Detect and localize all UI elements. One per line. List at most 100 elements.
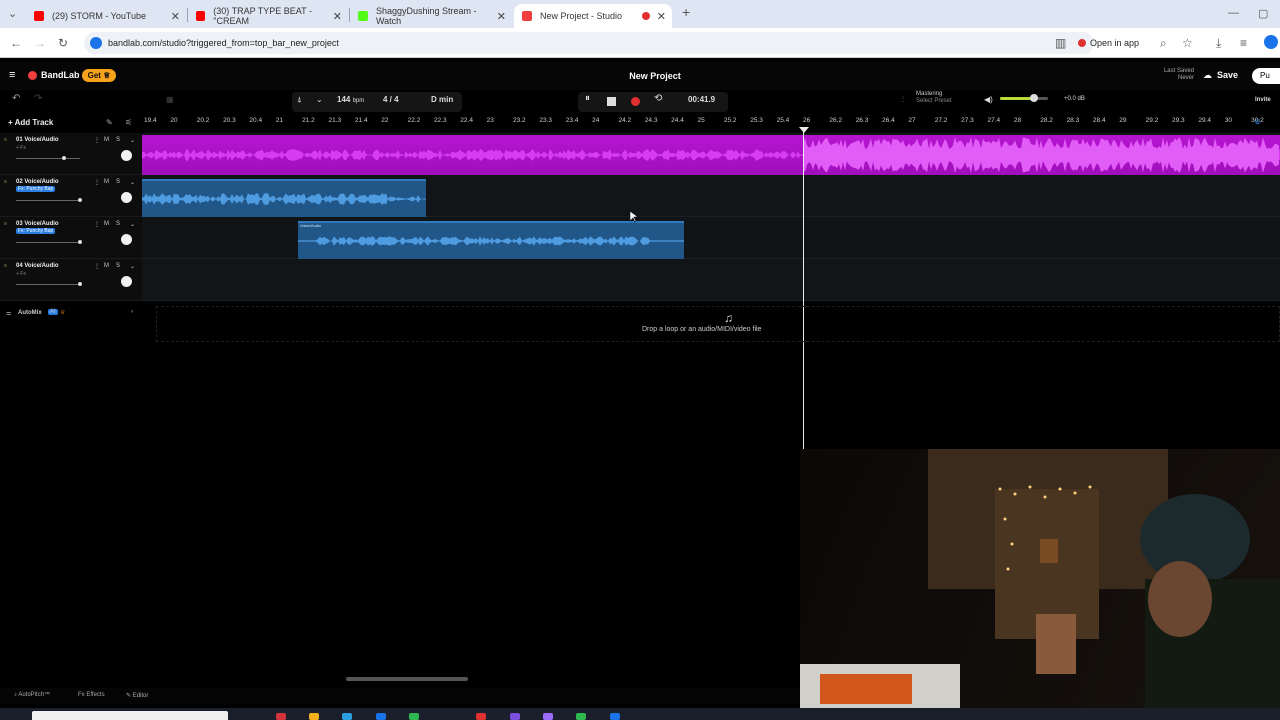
chevron-down-icon[interactable]: ⌄ xyxy=(130,137,135,144)
add-track-button[interactable]: + Add Track xyxy=(8,118,53,127)
zoom-icon[interactable]: ⌕ xyxy=(1160,36,1167,51)
track-arm-icon[interactable]: ≡ xyxy=(4,221,9,229)
publish-button[interactable]: Pu xyxy=(1252,68,1280,84)
mastering-icon[interactable]: ⫶ xyxy=(902,95,904,105)
taskbar-app-icon[interactable] xyxy=(409,713,419,720)
track-volume-slider[interactable] xyxy=(16,156,80,160)
taskbar-folder-icon[interactable] xyxy=(309,713,319,720)
mute-button[interactable]: M xyxy=(104,221,109,227)
chevron-right-icon[interactable]: › xyxy=(131,309,133,315)
forward-icon[interactable]: → xyxy=(34,36,46,50)
close-tab-icon[interactable]: ✕ xyxy=(497,10,506,23)
pencil-icon[interactable]: ✎ xyxy=(106,118,113,127)
track-arm-icon[interactable]: ≡ xyxy=(4,137,9,145)
editor-button[interactable]: ✎ Editor xyxy=(126,692,148,699)
taskbar-app-icon[interactable] xyxy=(342,713,352,720)
audio-clip-track-2[interactable] xyxy=(142,179,426,217)
track-volume-slider[interactable] xyxy=(16,240,82,244)
track-volume-knob[interactable] xyxy=(78,282,82,286)
close-tab-icon[interactable]: ✕ xyxy=(333,10,342,23)
stop-icon[interactable] xyxy=(607,97,616,106)
loop-marker-icon[interactable]: U xyxy=(1255,119,1260,126)
tab-search-icon[interactable]: ⌄ xyxy=(8,7,17,20)
menu-icon[interactable]: ≡ xyxy=(1240,36,1247,50)
close-tab-icon[interactable]: ✕ xyxy=(657,10,666,23)
bookmark-star-icon[interactable]: ☆ xyxy=(1182,36,1193,50)
master-volume-knob[interactable] xyxy=(1029,94,1038,102)
track-name[interactable]: 02 Voice/Audio xyxy=(16,179,59,185)
mute-button[interactable]: M xyxy=(104,137,109,143)
tab-youtube-trap[interactable]: (30) TRAP TYPE BEAT - "CREAM ✕ xyxy=(188,4,348,28)
mute-button[interactable]: M xyxy=(104,179,109,185)
track-header-1[interactable]: ≡ 01 Voice/Audio + Fx ⋮ M S ⌄ xyxy=(0,133,142,175)
track-volume-knob[interactable] xyxy=(78,240,82,244)
track-volume-knob[interactable] xyxy=(62,156,66,160)
track-pan-knob[interactable] xyxy=(121,150,132,161)
automix-row[interactable]: ⚌ AutoMix AI ♕ › xyxy=(0,307,142,321)
solo-button[interactable]: S xyxy=(116,263,120,269)
taskbar-chrome-icon[interactable] xyxy=(476,713,486,720)
project-title[interactable]: New Project xyxy=(580,71,730,81)
redo-icon[interactable]: ↷ xyxy=(34,93,42,104)
tab-bandlab-studio[interactable]: New Project - Studio ✕ xyxy=(514,4,672,28)
profile-avatar[interactable] xyxy=(1264,35,1278,49)
drop-zone[interactable] xyxy=(156,306,1280,342)
taskbar-app-icon[interactable] xyxy=(543,713,553,720)
track-menu-icon[interactable]: ⋮ xyxy=(94,137,100,144)
solo-button[interactable]: S xyxy=(116,179,120,185)
solo-button[interactable]: S xyxy=(116,137,120,143)
track-menu-icon[interactable]: ⋮ xyxy=(94,179,100,186)
chevron-down-icon[interactable]: ⌄ xyxy=(316,95,323,104)
mastering-selector[interactable]: Mastering Select Preset xyxy=(916,91,952,105)
horizontal-scrollbar[interactable] xyxy=(346,677,468,681)
tempo-display[interactable]: 144 bpm xyxy=(337,95,364,104)
pause-icon[interactable]: ⏸ xyxy=(585,93,590,104)
key-signature[interactable]: D min xyxy=(431,95,453,104)
track-name[interactable]: 04 Voice/Audio xyxy=(16,263,59,269)
mute-button[interactable]: M xyxy=(104,263,109,269)
invite-button[interactable]: Invite xyxy=(1255,97,1271,103)
track-settings-icon[interactable]: ⚟ xyxy=(125,118,132,127)
track-menu-icon[interactable]: ⋮ xyxy=(94,263,100,270)
time-signature[interactable]: 4 / 4 xyxy=(383,95,399,104)
chevron-down-icon[interactable]: ⌄ xyxy=(130,221,135,228)
solo-button[interactable]: S xyxy=(116,221,120,227)
track-arm-icon[interactable]: ≡ xyxy=(4,263,9,271)
taskbar-app-icon[interactable] xyxy=(510,713,520,720)
volume-icon[interactable]: ◀) xyxy=(984,95,993,104)
master-volume-slider[interactable] xyxy=(1000,94,1048,102)
track-header-2[interactable]: ≡ 02 Voice/Audio Fx: Punchy Bap ⋮ M S ⌄ xyxy=(0,175,142,217)
url-field[interactable]: bandlab.com/studio?triggered_from=top_ba… xyxy=(84,32,1094,54)
tab-youtube-storm[interactable]: (29) STORM - YouTube ✕ xyxy=(26,4,186,28)
hamburger-menu-icon[interactable]: ≡ xyxy=(9,69,15,81)
taskbar-app-icon[interactable] xyxy=(276,713,286,720)
track-arm-icon[interactable]: ≡ xyxy=(4,179,9,187)
track-name[interactable]: 01 Voice/Audio xyxy=(16,137,59,143)
track-volume-knob[interactable] xyxy=(78,198,82,202)
autopitch-button[interactable]: ♪ AutoPitch™ xyxy=(14,692,50,698)
record-icon[interactable] xyxy=(631,97,640,106)
brand-logo[interactable]: BandLab xyxy=(28,70,80,80)
undo-icon[interactable]: ↶ xyxy=(12,93,20,104)
download-icon[interactable]: ⤓ xyxy=(1216,36,1221,51)
track-volume-slider[interactable] xyxy=(16,282,82,286)
loop-icon[interactable]: ⟲ xyxy=(654,93,662,104)
track-name[interactable]: 03 Voice/Audio xyxy=(16,221,59,227)
taskbar-app-icon[interactable] xyxy=(376,713,386,720)
track-pan-knob[interactable] xyxy=(121,234,132,245)
audio-clip-track-3[interactable]: Voice/Audio xyxy=(298,221,684,259)
reload-icon[interactable]: ↻ xyxy=(58,36,68,50)
fx-badge[interactable]: Fx: Punchy Bap xyxy=(16,186,56,192)
taskbar-app-icon[interactable] xyxy=(610,713,620,720)
maximize-icon[interactable]: ▢ xyxy=(1258,7,1268,20)
open-in-app-button[interactable]: Open in app xyxy=(1078,34,1139,52)
track-volume-slider[interactable] xyxy=(16,198,82,202)
metronome-icon[interactable]: ⍋ xyxy=(297,95,302,105)
track-pan-knob[interactable] xyxy=(121,192,132,203)
fx-badge[interactable]: Fx: Punchy Bap xyxy=(16,228,56,234)
chevron-down-icon[interactable]: ⌄ xyxy=(130,179,135,186)
audio-clip-track-1[interactable] xyxy=(142,135,1280,175)
new-tab-icon[interactable]: + xyxy=(682,4,690,20)
playhead-handle[interactable] xyxy=(799,127,809,133)
track-header-3[interactable]: ≡ 03 Voice/Audio Fx: Punchy Bap ⋮ M S ⌄ xyxy=(0,217,142,259)
